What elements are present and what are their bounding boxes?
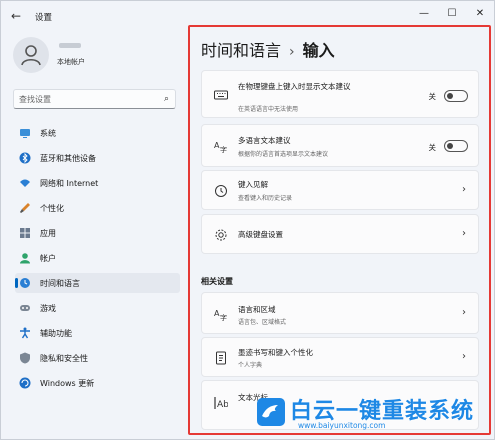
chevron-right-icon: ›	[462, 307, 466, 318]
sidebar-item-label: 隐私和安全性	[40, 354, 88, 363]
language-region-icon: A字	[214, 309, 227, 321]
globe-clock-icon	[20, 278, 30, 288]
card-title: 高级键盘设置	[238, 230, 283, 239]
page-title: 输入	[302, 41, 335, 60]
accessibility-icon	[20, 327, 30, 339]
card-subtitle: 个人字典	[238, 362, 263, 369]
sidebar-item-network[interactable]: 网络和 Internet	[15, 173, 180, 193]
sidebar-item-label: 网络和 Internet	[40, 179, 99, 188]
sidebar-item-personalization[interactable]: 个性化	[15, 198, 180, 218]
svg-text:Ab: Ab	[217, 400, 228, 410]
text-cursor-icon: Ab	[214, 397, 228, 410]
sidebar-item-label: 帐户	[40, 254, 56, 263]
sidebar-item-label: 蓝牙和其他设备	[40, 154, 96, 163]
card-subtitle: 根据你的语言首选项显示文本建议	[238, 151, 329, 158]
sidebar-item-label: 应用	[40, 229, 56, 238]
search-input[interactable]: 查找设置 ⌕	[13, 89, 176, 109]
setting-card-multilingual[interactable]: A字 多语言文本建议 根据你的语言首选项显示文本建议 关	[201, 124, 479, 167]
sidebar-item-system[interactable]: 系统	[15, 123, 180, 143]
sidebar-item-time-language[interactable]: 时间和语言	[15, 273, 180, 293]
sidebar-item-label: 个性化	[40, 204, 64, 213]
close-button[interactable]: ✕	[470, 6, 490, 22]
card-title: 多语言文本建议	[238, 136, 291, 145]
notebook-icon	[216, 351, 226, 365]
multilingual-toggle[interactable]	[444, 140, 468, 152]
watermark-url: www.baiyunxitong.com	[298, 421, 386, 430]
update-icon	[19, 377, 31, 389]
gear-icon	[215, 229, 227, 241]
sidebar-item-windows-update[interactable]: Windows 更新	[15, 373, 180, 393]
wifi-icon	[20, 179, 30, 187]
setting-card-inking-typing[interactable]: 墨迹书写和键入个性化 个人字典 ›	[201, 337, 479, 377]
sidebar-item-apps[interactable]: 应用	[15, 223, 180, 243]
chevron-right-icon: ›	[462, 351, 466, 362]
chevron-right-icon: ›	[462, 184, 466, 195]
toggle-state-label: 关	[428, 143, 437, 152]
person-icon	[21, 45, 41, 66]
card-subtitle: 在英语语言中无法使用	[238, 106, 299, 113]
sidebar-item-privacy[interactable]: 隐私和安全性	[15, 348, 180, 368]
sidebar-item-bluetooth[interactable]: 蓝牙和其他设备	[15, 148, 180, 168]
history-icon	[215, 185, 227, 197]
sidebar-item-label: 时间和语言	[40, 279, 80, 288]
sidebar-item-label: 游戏	[40, 304, 56, 313]
maximize-button[interactable]: ☐	[442, 6, 462, 22]
minimize-button[interactable]: —	[414, 6, 434, 22]
svg-text:字: 字	[220, 145, 227, 153]
toggle-state-label: 关	[428, 92, 437, 101]
account-type: 本地帐户	[57, 58, 85, 66]
breadcrumb-parent[interactable]: 时间和语言	[201, 41, 281, 60]
search-placeholder: 查找设置	[19, 95, 51, 104]
card-title: 在物理键盘上键入时显示文本建议	[238, 82, 351, 91]
title-bar: ← 设置 — ☐ ✕	[1, 1, 494, 31]
bluetooth-icon	[19, 152, 31, 164]
text-suggestions-toggle[interactable]	[444, 90, 468, 102]
setting-card-advanced-keyboard[interactable]: 高级键盘设置 ›	[201, 214, 479, 254]
brush-icon	[20, 203, 30, 213]
card-subtitle: 查看键入和历史记录	[238, 195, 293, 202]
watermark: 白云一键重装系统 www.baiyunxitong.com	[256, 393, 491, 433]
sidebar-item-label: Windows 更新	[40, 379, 95, 388]
breadcrumb-separator: ›	[289, 44, 295, 60]
shield-icon	[20, 352, 30, 364]
setting-card-text-suggestions[interactable]: 在物理键盘上键入时显示文本建议 在英语语言中无法使用 关	[201, 70, 479, 118]
apps-icon	[20, 228, 30, 238]
avatar	[13, 37, 49, 73]
sidebar-item-label: 辅助功能	[40, 329, 72, 338]
card-title: 键入见解	[238, 180, 268, 189]
breadcrumb: 时间和语言 › 输入	[201, 37, 335, 61]
back-arrow-icon[interactable]: ←	[11, 9, 25, 23]
sidebar-item-accessibility[interactable]: 辅助功能	[15, 323, 180, 343]
card-title: 语言和区域	[238, 305, 276, 314]
keyboard-icon	[214, 90, 228, 100]
gamepad-icon	[20, 305, 30, 311]
search-icon: ⌕	[163, 94, 169, 104]
app-title: 设置	[35, 13, 53, 23]
sidebar-item-label: 系统	[40, 129, 56, 138]
setting-card-language-region[interactable]: A字 语言和区域 语言包、区域格式 ›	[201, 292, 479, 334]
settings-window: ← 设置 — ☐ ✕ 本地帐户 查找设置 ⌕ 系统 蓝牙和其他设备 网络和 In…	[0, 0, 495, 440]
card-subtitle: 语言包、区域格式	[238, 319, 287, 326]
monitor-icon	[20, 129, 30, 138]
sidebar-item-accounts[interactable]: 帐户	[15, 248, 180, 268]
svg-text:字: 字	[220, 313, 227, 321]
language-icon: A字	[214, 141, 227, 153]
card-title: 墨迹书写和键入个性化	[238, 348, 313, 357]
sidebar-item-gaming[interactable]: 游戏	[15, 298, 180, 318]
profile-name-redacted	[59, 43, 81, 48]
bird-logo-icon	[257, 398, 285, 426]
setting-card-typing-insights[interactable]: 键入见解 查看键入和历史记录 ›	[201, 170, 479, 210]
section-heading-related: 相关设置	[201, 277, 233, 286]
chevron-right-icon: ›	[462, 228, 466, 239]
person-icon	[20, 253, 30, 264]
